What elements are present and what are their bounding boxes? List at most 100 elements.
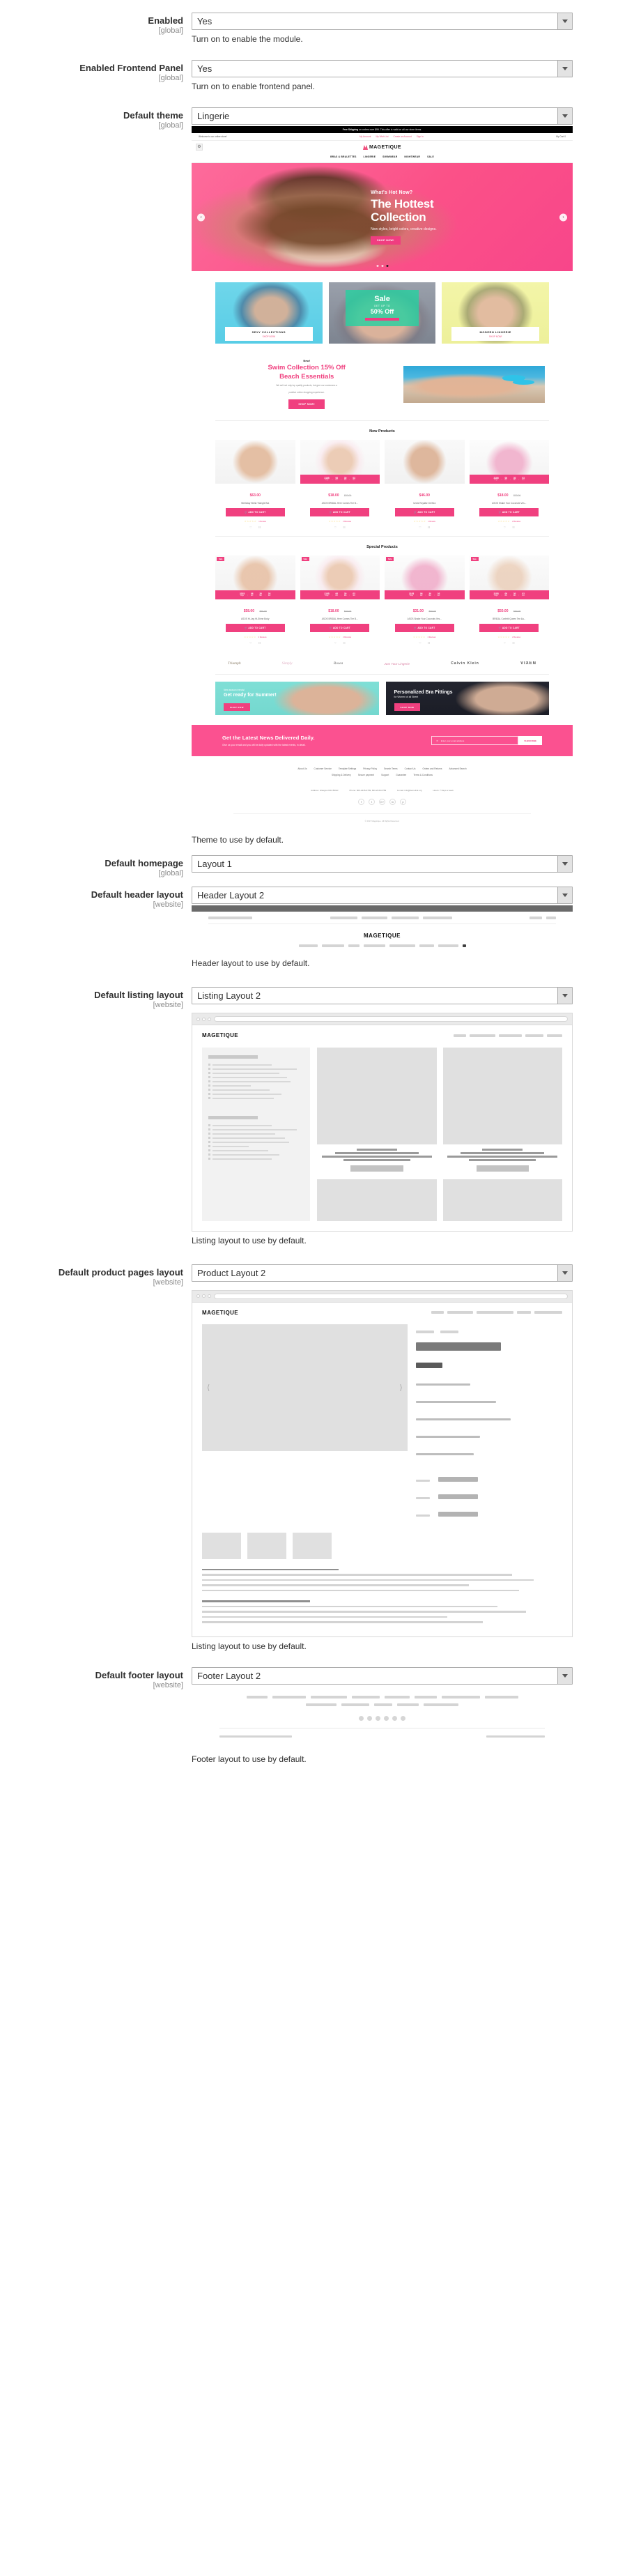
wishlist-heart-icon[interactable]: ♡ [249,641,252,645]
product-card[interactable]: Sale 3185 Days: 06 Hrs: 30 Min: 03 Sec $18.0… [300,555,380,645]
nav-item-sale[interactable]: SALE [427,155,434,158]
review-count[interactable]: 2 Reviews [343,521,351,523]
product-name[interactable]: ASOS Shake Your Coconuts Ves... [385,618,465,620]
default-footer-layout-select[interactable]: Footer Layout 2 [192,1666,573,1685]
thumbnail-placeholder[interactable] [247,1532,286,1559]
facebook-icon[interactable]: f [358,799,364,805]
nav-item-bras[interactable]: BRAS & BRALETTES [330,155,356,158]
add-to-cart-button[interactable]: 🛒 ADD TO CART [479,508,539,516]
default-homepage-select[interactable]: Layout 1 [192,855,573,873]
footer-link-shipping-delivery[interactable]: Shipping & Delivery [332,774,351,776]
product-card[interactable]: Sale 3185 Days: 06 Hrs: 30 Min: 03 Sec $50.0… [469,555,550,645]
sale-button[interactable] [365,317,399,321]
brand-logo-rosea[interactable]: Rosea [334,661,343,666]
review-count[interactable]: 2 Reviews [512,521,520,523]
promo-tile-sexy-collections[interactable]: SEXY COLLECTIONS SHOP NOW! [215,282,323,344]
default-header-layout-select[interactable]: Header Layout 2 [192,887,573,904]
enabled-select[interactable]: Yes [192,13,573,30]
add-to-cart-button[interactable]: 🛒 ADD TO CART [479,624,539,632]
compare-icon[interactable]: ☷ [343,526,346,529]
nav-item-lingerie[interactable]: LINGERIE [364,155,376,158]
footer-link-contact-us[interactable]: Contact Us [405,767,416,770]
thumbnail-placeholder[interactable] [293,1532,332,1559]
thumbnail-placeholder[interactable] [202,1532,241,1559]
compare-icon[interactable]: ☷ [258,526,261,529]
product-card[interactable]: $46.00 Undiz Royalitz Gel Bra 🛒 ADD TO C… [385,440,465,529]
product-card[interactable]: 3185 Days: 06 Hrs: 30 Min: 03 Sec $18.00 $22… [469,440,550,529]
footer-links-row2[interactable]: Shipping & Delivery Secure payment Suppo… [233,774,531,776]
footer-link-privacy-policy[interactable]: Privacy Policy [363,767,377,770]
compare-icon[interactable]: ☷ [428,641,431,645]
product-name[interactable]: ASOS BRIDAL Here Comes The B... [300,502,380,505]
footer-social-links[interactable]: f t G+ in p [233,799,531,805]
store-nav[interactable]: BRAS & BRALETTES LINGERIE SWIMWEAR NIGHT… [192,153,573,163]
frontend-panel-select[interactable]: Yes [192,60,573,77]
add-to-cart-button[interactable]: 🛒 ADD TO CART [225,508,285,516]
add-to-cart-button[interactable]: 🛒 ADD TO CART [310,624,370,632]
browser-url-bar[interactable] [214,1016,568,1022]
hero-dot-3[interactable] [386,265,388,267]
wishlist-heart-icon[interactable]: ♡ [334,641,337,645]
footer-link-template-settings[interactable]: Template Settings [339,767,356,770]
brand-logo-calvin-klein[interactable]: Calvin Klein [451,661,479,666]
linkedin-icon[interactable]: in [389,799,396,805]
brand-logo-vixen[interactable]: VIXEN [520,661,536,666]
twitter-icon[interactable]: t [369,799,375,805]
product-card[interactable]: Sale 3185 Days: 06 Hrs: 30 Min: 03 Sec $31.0… [385,555,465,645]
gallery-prev-arrow-icon[interactable]: ⟨ [207,1383,210,1392]
footer-link-guarantee[interactable]: Guarantee [396,774,406,776]
link-my-wish-list[interactable]: My Wish List [376,135,388,138]
banner-shop-now-button[interactable]: SHOP NOW [224,703,250,711]
hero-dot-2[interactable] [381,265,383,267]
link-my-account[interactable]: My Account [359,135,371,138]
swim-shop-now-button[interactable]: SHOP NOW! [288,399,325,409]
browser-url-bar[interactable] [214,1293,568,1299]
compare-icon[interactable]: ☷ [512,641,515,645]
footer-links-row1[interactable]: About Us Customer Service Template Setti… [233,767,531,770]
default-listing-layout-select[interactable]: Listing Layout 2 [192,987,573,1004]
promo-tile-sale[interactable]: Sale GET UP TO 50% Off [328,282,436,344]
review-count[interactable]: 2 Reviews [258,636,267,638]
promo-tile-modern-lingerie[interactable]: MODERN LINGERIE SHOP NOW! [442,282,550,344]
product-name[interactable]: ASOS Shake Your Coconuts Ves... [470,502,550,505]
product-card[interactable]: $63.00 Weekday Stella Triangle Bra 🛒 ADD… [215,440,295,529]
compare-icon[interactable]: ☷ [258,641,261,645]
banner-shop-now-button[interactable]: SHOP NOW [394,703,421,711]
compare-icon[interactable]: ☷ [512,526,515,529]
footer-link-support[interactable]: Support [381,774,389,776]
gear-icon[interactable]: ⚙ [196,143,203,151]
pinterest-icon[interactable]: p [400,799,406,805]
banner-bra-fittings[interactable]: Personalized Bra Fittings for Women of a… [386,682,550,715]
add-to-cart-button[interactable]: 🛒 ADD TO CART [225,624,285,632]
product-name[interactable]: BRIDAL Confetti Queen Tee &a... [470,618,550,620]
compare-icon[interactable]: ☷ [343,641,346,645]
default-theme-select[interactable]: Lingerie [192,107,573,125]
hero-dots[interactable] [376,265,388,267]
gallery-next-arrow-icon[interactable]: ⟩ [399,1383,402,1392]
brand-logo-triumph[interactable]: Triumph [228,661,241,666]
brand-logo-simply[interactable]: Simply [282,661,293,666]
wishlist-heart-icon[interactable]: ♡ [249,526,252,529]
add-to-cart-button[interactable]: 🛒 ADD TO CART [394,508,454,516]
hero-dot-1[interactable] [376,265,378,267]
footer-link-search-terms[interactable]: Search Terms [384,767,398,770]
review-count[interactable]: 2 Reviews [343,636,351,638]
footer-link-about-us[interactable]: About Us [297,767,307,770]
google-plus-icon[interactable]: G+ [379,799,385,805]
footer-link-advanced-search[interactable]: Advanced Search [449,767,466,770]
wishlist-heart-icon[interactable]: ♡ [504,526,507,529]
link-sign-in[interactable]: Sign In [417,135,424,138]
hero-prev-arrow-icon[interactable]: ‹ [197,213,205,221]
tile-link[interactable]: SHOP NOW! [226,335,311,338]
newsletter-email-input[interactable]: ✉ Enter your email address [431,736,519,745]
wishlist-heart-icon[interactable]: ♡ [334,526,337,529]
account-links[interactable]: My Account My Wish List Create an Accoun… [359,135,424,138]
wishlist-heart-icon[interactable]: ♡ [504,641,507,645]
wishlist-heart-icon[interactable]: ♡ [419,641,422,645]
review-count[interactable]: 2 Reviews [428,636,436,638]
compare-icon[interactable]: ☷ [428,526,431,529]
brand-logo-just-your-lingerie[interactable]: Just Your Lingerie [384,662,410,666]
review-count[interactable]: 2 Reviews [512,636,520,638]
banner-summer[interactable]: New season trends! Get ready for Summer!… [215,682,379,715]
newsletter-subscribe-button[interactable]: SUBSCRIBE [518,736,542,745]
